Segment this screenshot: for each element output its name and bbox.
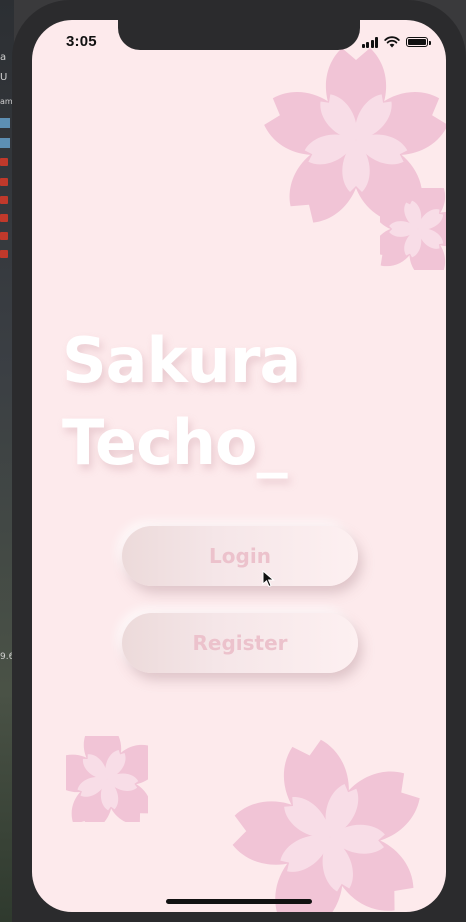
desktop-icon — [0, 138, 10, 148]
desktop-icon — [0, 178, 8, 186]
desktop-icon — [0, 196, 8, 204]
app-title-line1: Sakura — [62, 324, 301, 397]
desktop-text-fragment: U — [0, 72, 8, 83]
mouse-pointer-icon — [262, 570, 275, 588]
device-notch — [118, 20, 360, 50]
desktop-text-fragment: a — [0, 52, 7, 63]
phone-frame: 3:05 Sakura Techo_ Login Register — [12, 0, 466, 922]
desktop-icon — [0, 232, 8, 240]
home-indicator[interactable] — [166, 899, 312, 904]
login-button[interactable]: Login — [122, 526, 358, 586]
sakura-flower-large-bottom-icon — [231, 735, 429, 912]
app-title-line2: Techo_ — [62, 406, 288, 479]
desktop-text-fragment: am — [0, 97, 13, 106]
battery-icon — [406, 37, 431, 47]
desktop-icon — [0, 250, 8, 258]
desktop-icon — [0, 158, 8, 166]
status-bar-time: 3:05 — [66, 33, 97, 50]
sakura-flower-small-bottom-icon — [66, 736, 148, 822]
desktop-icon — [0, 214, 8, 222]
app-title: Sakura Techo_ — [62, 320, 301, 484]
desktop-icon — [0, 118, 10, 128]
sakura-flower-small-top-icon — [380, 188, 446, 270]
wifi-icon — [384, 36, 400, 48]
app-screen: 3:05 Sakura Techo_ Login Register — [32, 20, 446, 912]
status-bar-icons — [361, 36, 431, 48]
signal-icon — [361, 36, 378, 48]
register-button[interactable]: Register — [122, 613, 358, 673]
